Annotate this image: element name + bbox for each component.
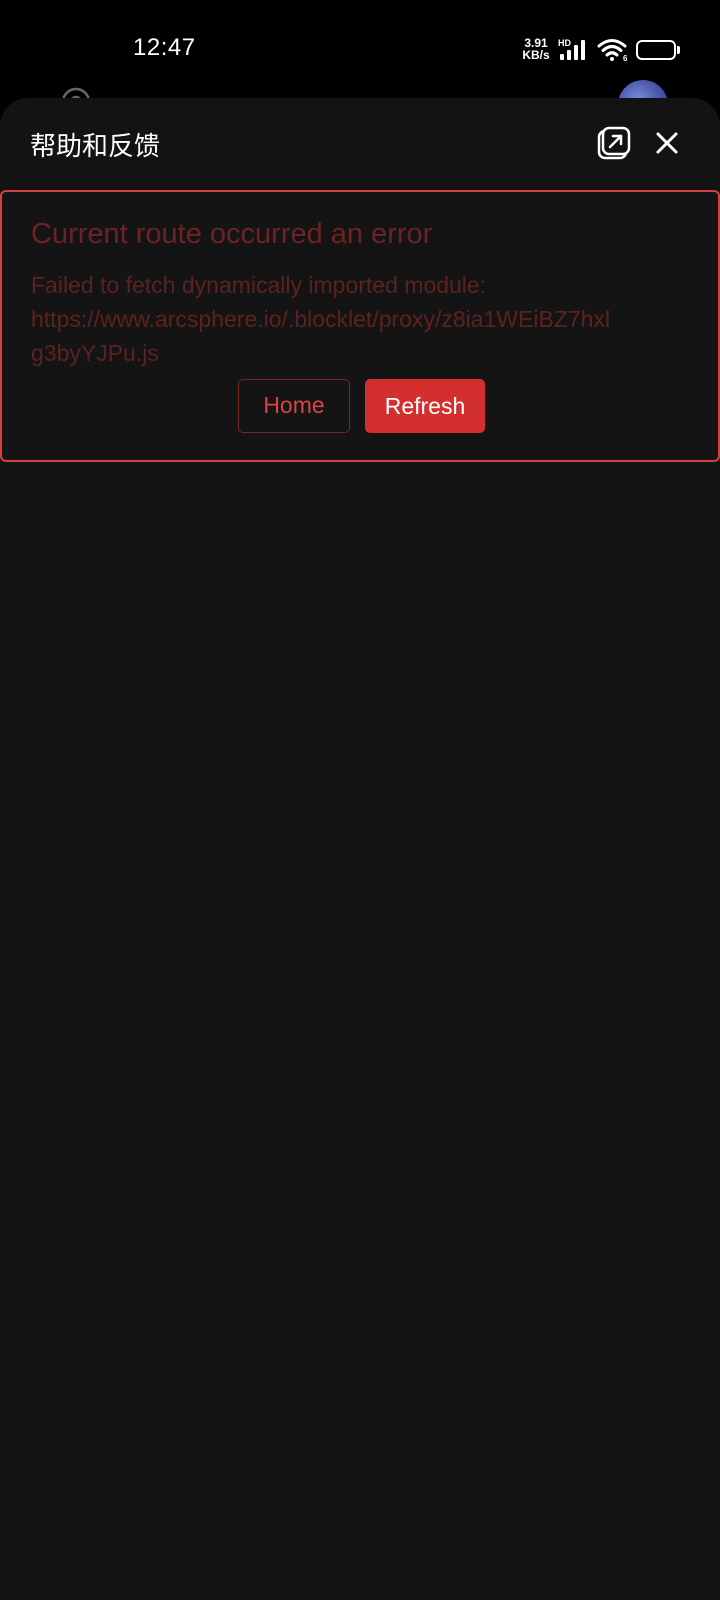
- open-external-icon[interactable]: [597, 126, 631, 160]
- screen: 12:47 3.91 KB/s HD 6 90 帮助和反馈 Current ro…: [0, 0, 720, 1600]
- error-panel: Current route occurred an error Failed t…: [0, 190, 720, 462]
- network-speed-unit: KB/s: [522, 48, 550, 62]
- home-button[interactable]: Home: [238, 379, 350, 433]
- battery-indicator: 90: [636, 40, 680, 60]
- error-title: Current route occurred an error: [31, 218, 433, 250]
- error-actions: Home Refresh: [2, 379, 718, 433]
- status-bar: 12:47 3.91 KB/s HD 6 90: [0, 0, 720, 96]
- wifi-icon: 6: [597, 39, 628, 62]
- sheet-title: 帮助和反馈: [30, 131, 161, 161]
- battery-level: 90: [648, 42, 664, 57]
- close-icon[interactable]: [652, 128, 682, 158]
- help-feedback-sheet: 帮助和反馈 Current route occurred an error Fa…: [0, 98, 720, 1600]
- error-message-line: https://www.arcsphere.io/.blocklet/proxy…: [31, 306, 611, 332]
- error-message-line: Failed to fetch dynamically imported mod…: [31, 272, 487, 298]
- cellular-signal-icon: [560, 40, 585, 60]
- clock: 12:47: [133, 34, 196, 61]
- wifi-generation-label: 6: [623, 54, 628, 62]
- battery-tip: [677, 46, 680, 54]
- error-message: Failed to fetch dynamically imported mod…: [31, 268, 691, 370]
- error-message-line: g3byYJPu.js: [31, 340, 159, 366]
- network-speed: 3.91 KB/s: [520, 37, 552, 61]
- refresh-button[interactable]: Refresh: [365, 379, 485, 433]
